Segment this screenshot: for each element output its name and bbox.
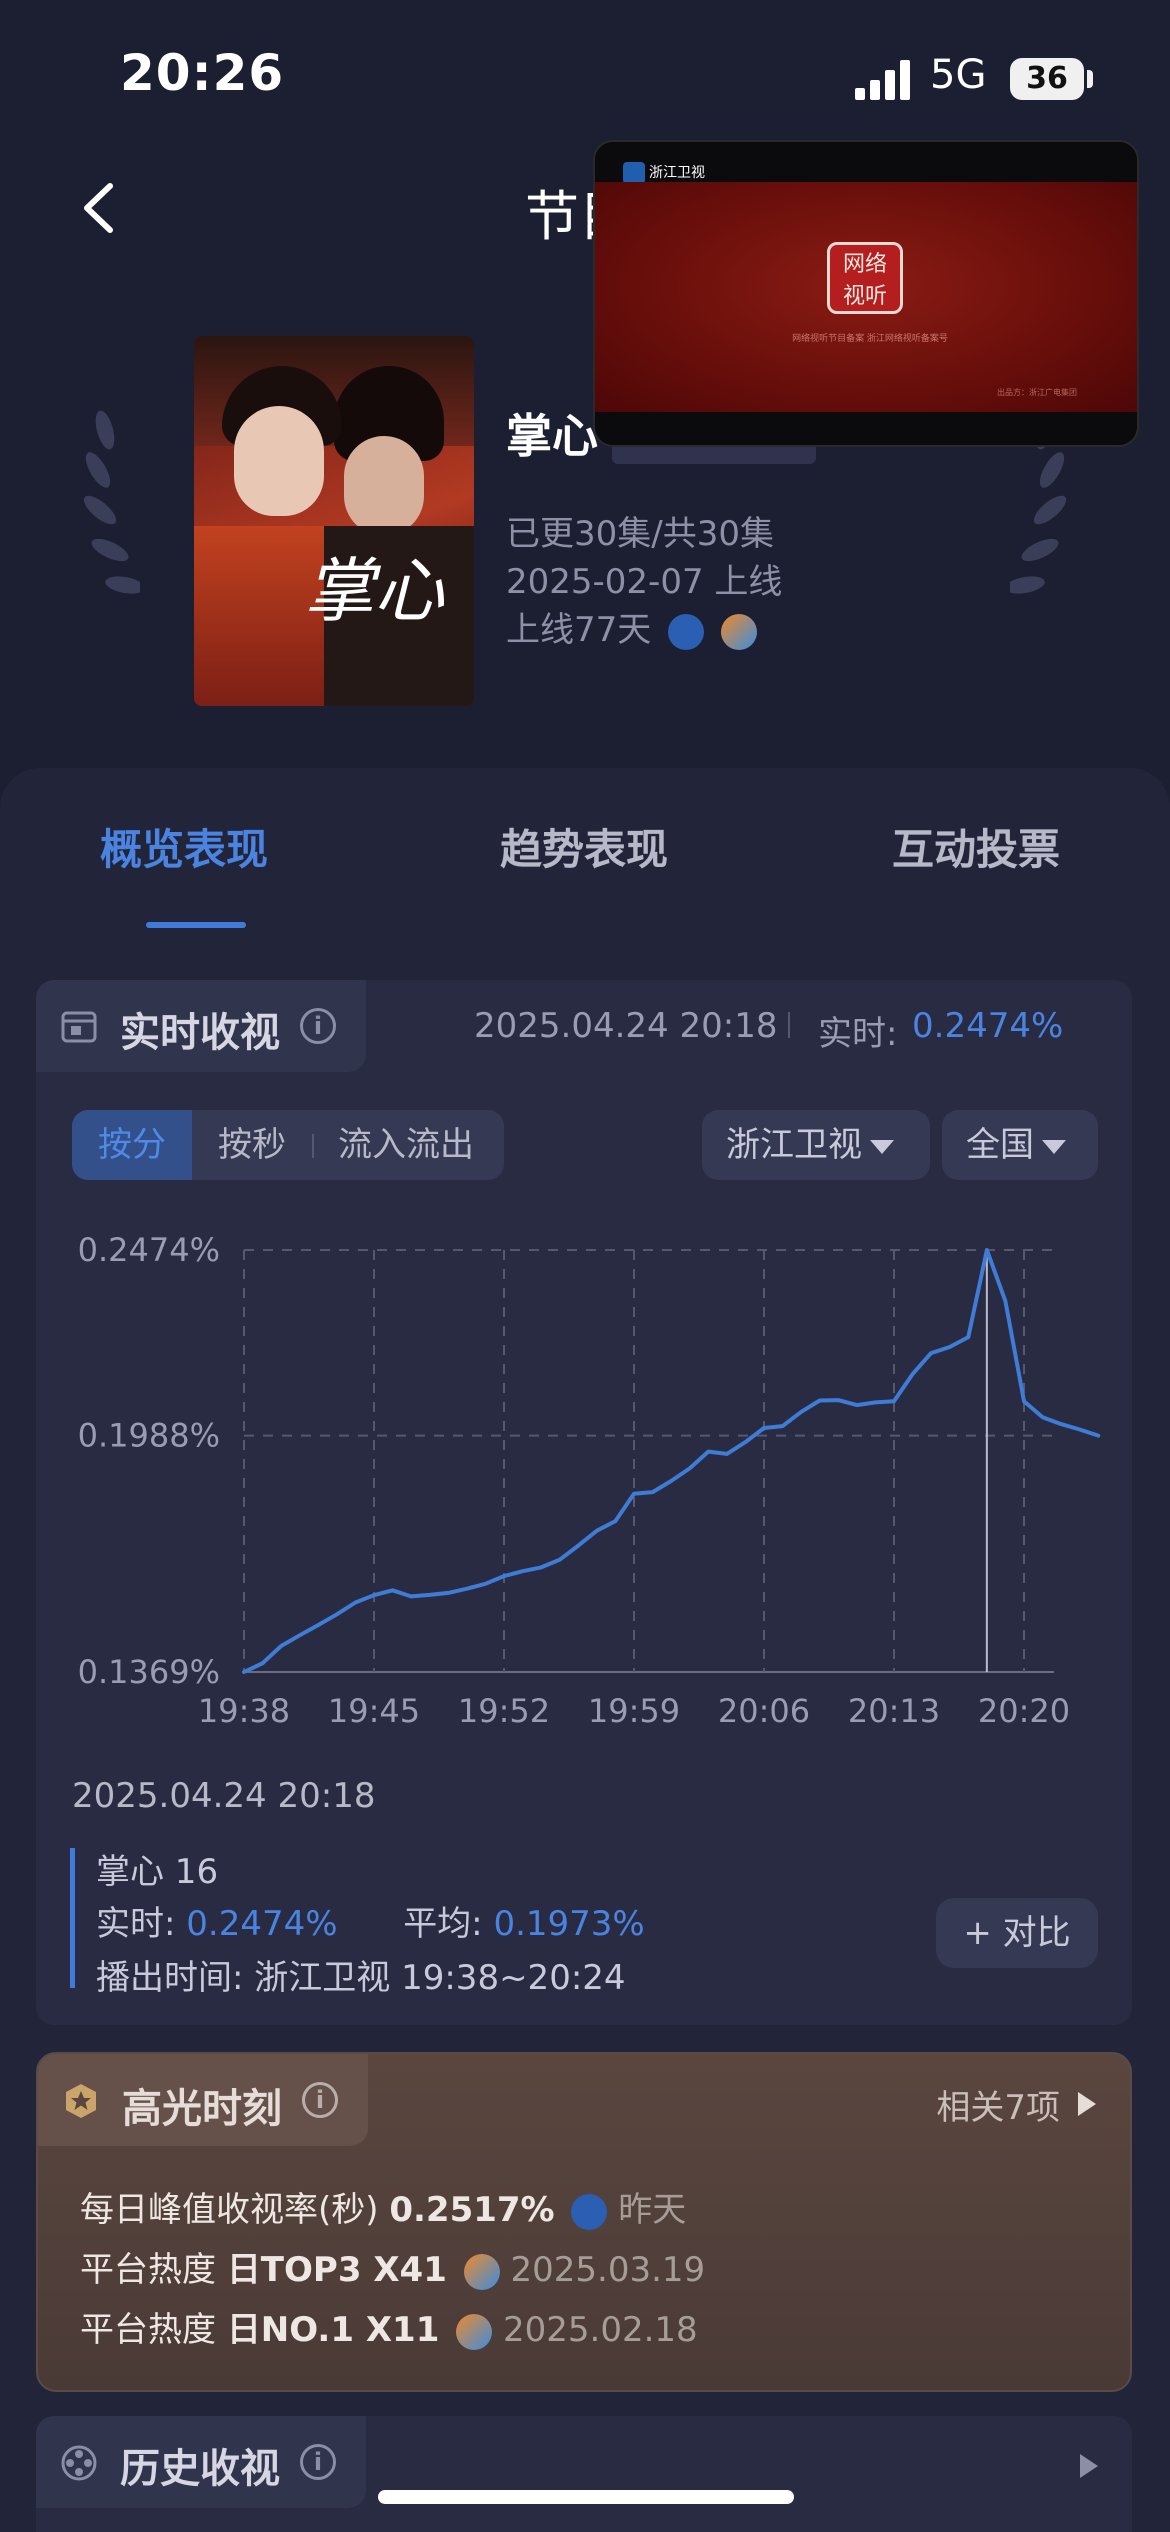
- highlight-date: 昨天: [618, 2190, 687, 2230]
- realtime-label: 实时:: [818, 1014, 898, 1054]
- episode-label: 掌心 16: [96, 1852, 219, 1892]
- compare-button[interactable]: + 对比: [936, 1898, 1098, 1968]
- highlight-label: 平台热度: [80, 2250, 216, 2290]
- history-title: 历史收视: [120, 2446, 280, 2492]
- play-arrow-icon[interactable]: [1080, 2454, 1098, 2478]
- network-type: 5G: [930, 52, 987, 98]
- y-tick-label: 0.1369%: [78, 1653, 220, 1691]
- battery-icon: 36: [1010, 58, 1084, 100]
- history-header: 历史收视 i: [36, 2416, 366, 2508]
- highlight-row: 每日峰值收视率(秒) 0.2517% 昨天: [80, 2182, 686, 2231]
- tab-trend[interactable]: 趋势表现: [500, 816, 668, 877]
- airtime-row: 播出时间: 浙江卫视 19:38~20:24: [96, 1950, 626, 1999]
- release-date: 2025-02-07 上线: [506, 562, 783, 602]
- airtime-label: 播出时间:: [96, 1958, 244, 1998]
- info-icon[interactable]: i: [300, 2444, 336, 2480]
- highlight-value: 日NO.1 X11: [226, 2310, 440, 2350]
- status-time: 20:26: [120, 44, 285, 102]
- video-footer: 出品方：浙江广电集团: [997, 388, 1077, 397]
- divider: [788, 1012, 790, 1038]
- realtime-value: 0.2474%: [912, 1006, 1064, 1046]
- detail-timestamp: 2025.04.24 20:18: [72, 1776, 376, 1816]
- seal-caption: 网络视听节目备案 浙江网络视听备案号: [792, 334, 948, 344]
- channel-logo: 浙江卫视: [623, 162, 705, 184]
- detail-values-row: 实时: 0.2474% 平均: 0.1973%: [96, 1896, 645, 1945]
- floating-video-player[interactable]: 浙江卫视 网络 视听 网络视听节目备案 浙江网络视听备案号 出品方：浙江广电集团: [593, 140, 1139, 447]
- cellular-signal-icon: [855, 60, 910, 100]
- granularity-segmented-control: 按分 按秒 流入流出: [72, 1110, 504, 1180]
- highlights-header: 高光时刻 i: [38, 2054, 368, 2146]
- realtime-card-header: 实时收视 i: [36, 980, 366, 1072]
- highlight-value: 0.2517%: [389, 2190, 555, 2230]
- ratings-line-chart[interactable]: 19:38 19:45 19:52 19:59 20:06 20:13 20:20 0.247…: [50, 1220, 1120, 1760]
- tab-indicator: [146, 922, 246, 928]
- x-tick-label: 19:45: [328, 1692, 420, 1730]
- highlights-title: 高光时刻: [122, 2086, 282, 2132]
- history-card[interactable]: 历史收视 i: [36, 2416, 1132, 2532]
- x-tick-label: 19:59: [588, 1692, 680, 1730]
- info-icon[interactable]: i: [300, 1008, 336, 1044]
- highlight-date: 2025.02.18: [503, 2310, 698, 2350]
- legend-bar: [70, 1848, 75, 1988]
- film-reel-icon: [61, 2445, 97, 2481]
- days-online-row: 上线77天: [506, 602, 757, 651]
- highlight-value: 日TOP3 X41: [226, 2250, 447, 2290]
- star-badge-icon: [66, 2084, 96, 2118]
- highlight-row: 平台热度 日TOP3 X41 2025.03.19: [80, 2242, 705, 2291]
- tab-overview[interactable]: 概览表现: [100, 816, 268, 877]
- back-arrow-icon[interactable]: [75, 178, 125, 238]
- highlights-card: 高光时刻 i 相关7项 每日峰值收视率(秒) 0.2517% 昨天 平台热度 日…: [36, 2052, 1132, 2392]
- y-tick-label: 0.1988%: [78, 1417, 220, 1455]
- segment-flow[interactable]: 流入流出: [316, 1110, 496, 1180]
- video-clip-icon: [61, 1011, 97, 1043]
- highlight-label: 每日峰值收视率(秒): [80, 2190, 379, 2230]
- segment-divider: [312, 1134, 314, 1158]
- highlight-label: 平台热度: [80, 2310, 216, 2350]
- realtime-timestamp: 2025.04.24 20:18: [474, 1006, 778, 1046]
- play-arrow-icon[interactable]: [1078, 2092, 1096, 2116]
- info-icon[interactable]: i: [302, 2082, 338, 2118]
- home-indicator: [378, 2490, 794, 2504]
- tab-vote[interactable]: 互动投票: [892, 816, 1060, 877]
- y-tick-label: 0.2474%: [78, 1231, 220, 1269]
- average-label: 平均:: [403, 1904, 483, 1944]
- x-tick-label: 19:38: [198, 1692, 290, 1730]
- x-tick-label: 20:13: [848, 1692, 940, 1730]
- zhejiang-tv-icon: [571, 2193, 608, 2230]
- seal-icon: 网络 视听: [827, 242, 903, 314]
- channel-dropdown-label: 浙江卫视: [726, 1125, 862, 1165]
- laurel-left-icon: [83, 410, 140, 594]
- segment-by-minute[interactable]: 按分: [72, 1110, 192, 1180]
- realtime-detail-value: 0.2474%: [186, 1904, 338, 1944]
- poster-calligraphy: 掌心: [304, 550, 444, 632]
- airtime-value: 浙江卫视 19:38~20:24: [254, 1958, 626, 1998]
- dropdown-caret-icon: [1042, 1139, 1066, 1154]
- segment-by-second[interactable]: 按秒: [192, 1110, 312, 1180]
- region-dropdown-label: 全国: [966, 1125, 1034, 1165]
- highlights-related-link[interactable]: 相关7项: [936, 2080, 1060, 2129]
- streaming-platform-icon: [456, 2313, 493, 2350]
- dropdown-caret-icon: [870, 1139, 894, 1154]
- highlight-date: 2025.03.19: [510, 2250, 706, 2290]
- realtime-title: 实时收视: [120, 1010, 280, 1056]
- region-dropdown[interactable]: 全国: [942, 1110, 1098, 1180]
- x-tick-label: 20:06: [718, 1692, 810, 1730]
- streaming-platform-icon: [720, 613, 757, 650]
- zhejiang-tv-icon: [668, 613, 705, 650]
- x-tick-label: 20:20: [978, 1692, 1070, 1730]
- average-value: 0.1973%: [493, 1904, 645, 1944]
- battery-tip: [1087, 70, 1093, 88]
- x-tick-label: 19:52: [458, 1692, 550, 1730]
- realtime-detail-label: 实时:: [96, 1904, 176, 1944]
- channel-dropdown[interactable]: 浙江卫视: [702, 1110, 930, 1180]
- highlight-row: 平台热度 日NO.1 X11 2025.02.18: [80, 2302, 698, 2351]
- days-online: 上线77天: [506, 610, 652, 650]
- show-poster[interactable]: 掌心: [194, 336, 474, 706]
- streaming-platform-icon: [463, 2253, 500, 2290]
- episode-count: 已更30集/共30集: [506, 514, 774, 554]
- show-name: 掌心: [506, 409, 598, 463]
- series-line: [242, 1248, 1101, 1674]
